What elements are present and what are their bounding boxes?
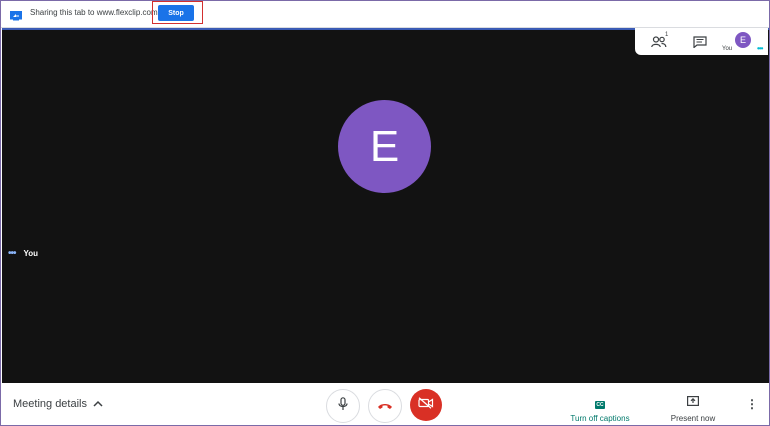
stop-sharing-button[interactable]: Stop [158,5,194,21]
audio-activity-icon: ••• [8,248,16,259]
self-avatar-small[interactable]: E [735,32,751,48]
leave-call-button[interactable] [368,389,402,423]
captions-label: Turn off captions [570,414,630,423]
self-name-small: You [722,46,733,52]
present-now-label: Present now [670,414,716,423]
captions-icon: CC [595,401,605,409]
captions-button[interactable]: CC Turn off captions [568,393,632,423]
bottom-control-bar: Meeting details CC Turn off captions Pre… [2,383,769,425]
chevron-up-icon [93,398,103,410]
top-right-panel: 1 E You ••• [635,28,768,55]
hangup-icon [377,397,393,415]
mic-icon [338,396,348,416]
microphone-button[interactable] [326,389,360,423]
participant-count: 1 [665,32,669,38]
self-tile-label: ••• You [8,248,38,259]
more-options-icon[interactable]: ⋮ [746,397,758,413]
audio-activity-small-icon: ••• [757,44,763,53]
meeting-details-button[interactable]: Meeting details [13,398,103,410]
camera-off-icon [418,396,434,414]
present-now-button[interactable]: Present now [668,393,718,423]
self-name-label: You [23,249,39,258]
screen-share-icon [10,8,22,21]
meeting-details-label: Meeting details [13,398,87,410]
sharing-status-text: Sharing this tab to www.flexclip.com [30,8,158,17]
sharing-bar: Sharing this tab to www.flexclip.com Sto… [1,1,769,28]
meet-window: Sharing this tab to www.flexclip.com Sto… [0,0,770,426]
camera-button[interactable] [410,389,442,421]
chat-icon[interactable] [693,35,707,49]
participant-avatar: E [338,100,431,193]
video-stage: E ••• You [2,28,769,383]
present-icon [687,393,700,410]
